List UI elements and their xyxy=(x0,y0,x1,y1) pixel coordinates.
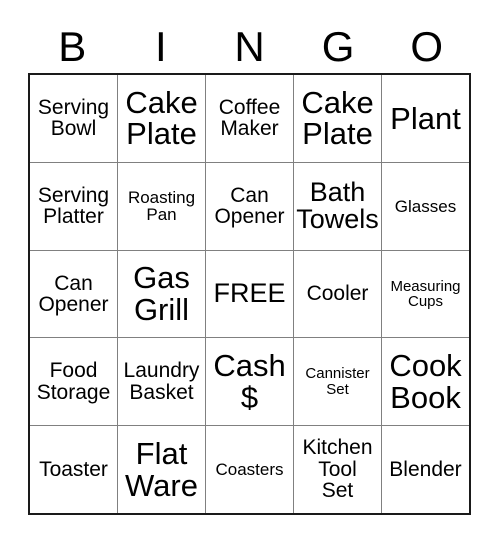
bingo-cell-label: Cash $ xyxy=(213,348,286,415)
bingo-cell-label: Kitchen Tool Set xyxy=(302,436,373,503)
bingo-grid: Serving Bowl Cake Plate Coffee Maker Cak… xyxy=(28,73,471,515)
bingo-cell-label: FREE xyxy=(213,278,286,309)
bingo-cell-label: Cooler xyxy=(306,282,369,306)
bingo-row: Serving Platter Roasting Pan Can Opener … xyxy=(30,162,469,251)
bingo-cell[interactable]: Food Storage xyxy=(30,338,118,426)
bingo-cell[interactable]: Coasters xyxy=(206,426,294,513)
bingo-cell[interactable]: Serving Bowl xyxy=(30,75,118,162)
bingo-cell-label: Plant xyxy=(390,100,461,136)
bingo-cell[interactable]: Kitchen Tool Set xyxy=(294,426,382,513)
bingo-cell[interactable]: Blender xyxy=(382,426,469,513)
bingo-cell-label: Coffee Maker xyxy=(218,95,281,141)
bingo-row: Can Opener Gas Grill FREE Cooler Measuri… xyxy=(30,250,469,339)
bingo-row: Toaster Flat Ware Coasters Kitchen Tool … xyxy=(30,426,469,513)
bingo-cell-label: Coasters xyxy=(215,459,284,479)
bingo-cell-label: Toaster xyxy=(39,457,108,481)
bingo-cell-label: Cook Book xyxy=(389,348,462,415)
bingo-cell[interactable]: Cook Book xyxy=(382,338,469,425)
bingo-cell[interactable]: Cooler xyxy=(294,250,382,338)
bingo-header-letter-b: B xyxy=(58,23,87,70)
bingo-cell-label: Gas Grill xyxy=(133,260,190,327)
bingo-row: Food Storage Laundry Basket Cash $ Canni… xyxy=(30,338,469,427)
bingo-cell-label: Serving Bowl xyxy=(37,95,110,141)
bingo-cell-label: Blender xyxy=(389,457,462,481)
bingo-cell[interactable]: Plant xyxy=(382,75,469,162)
bingo-cell[interactable]: Cake Plate xyxy=(294,75,382,162)
bingo-cell[interactable]: Measuring Cups xyxy=(382,251,469,338)
bingo-row: Serving Bowl Cake Plate Coffee Maker Cak… xyxy=(30,75,469,163)
bingo-cell-label: Flat Ware xyxy=(125,435,198,503)
bingo-cell[interactable]: Coffee Maker xyxy=(206,75,294,162)
bingo-cell-label: Can Opener xyxy=(214,183,285,229)
bingo-cell[interactable]: Cake Plate xyxy=(118,75,206,162)
bingo-cell-label: Bath Towels xyxy=(296,176,379,235)
bingo-cell-label: Cannister Set xyxy=(305,365,370,398)
bingo-cell-label: Roasting Pan xyxy=(127,187,196,225)
bingo-cell-label: Laundry Basket xyxy=(123,359,200,404)
bingo-cell[interactable]: Toaster xyxy=(30,426,118,513)
bingo-header-row: B I N G O xyxy=(28,22,471,72)
bingo-cell[interactable]: Bath Towels xyxy=(294,162,382,250)
bingo-cell[interactable]: Can Opener xyxy=(206,162,294,250)
bingo-cell[interactable]: Serving Platter xyxy=(30,162,118,250)
bingo-cell[interactable]: Gas Grill xyxy=(118,250,206,338)
bingo-cell[interactable]: Cash $ xyxy=(206,338,294,426)
bingo-cell-label: Can Opener xyxy=(38,271,109,316)
bingo-cell[interactable]: Cannister Set xyxy=(294,338,382,426)
bingo-cell-free[interactable]: FREE xyxy=(206,250,294,338)
bingo-cell-label: Measuring Cups xyxy=(390,277,461,310)
bingo-cell[interactable]: Laundry Basket xyxy=(118,338,206,426)
bingo-cell[interactable]: Roasting Pan xyxy=(118,162,206,250)
bingo-cell-label: Serving Platter xyxy=(37,183,110,229)
bingo-header-letter-i: I xyxy=(155,23,167,70)
bingo-header-letter-n: N xyxy=(234,23,265,70)
bingo-cell[interactable]: Glasses xyxy=(382,163,469,250)
bingo-cell-label: Cake Plate xyxy=(301,84,374,152)
bingo-header-letter-o: O xyxy=(410,23,443,70)
bingo-cell-label: Glasses xyxy=(394,196,457,216)
bingo-header-letter-g: G xyxy=(321,23,355,70)
bingo-card: B I N G O Serving Bowl Cake Plate Coffee… xyxy=(0,0,500,544)
bingo-cell[interactable]: Flat Ware xyxy=(118,426,206,513)
bingo-cell-label: Cake Plate xyxy=(125,84,198,152)
bingo-cell-label: Food Storage xyxy=(36,359,111,404)
bingo-cell[interactable]: Can Opener xyxy=(30,250,118,338)
